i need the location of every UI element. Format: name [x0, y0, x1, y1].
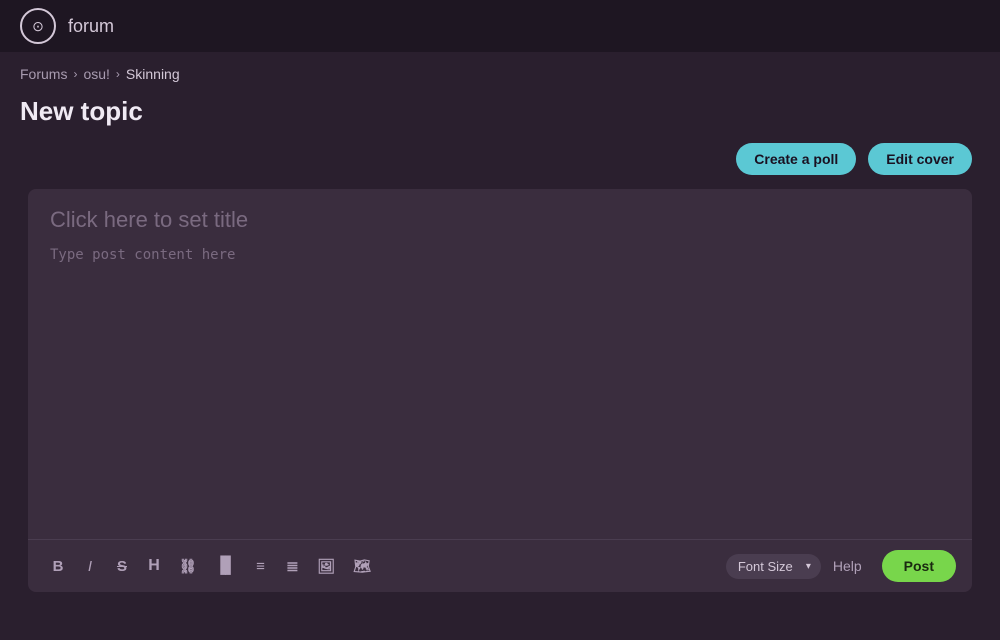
edit-cover-button[interactable]: Edit cover [868, 143, 972, 175]
breadcrumb-sep-1: › [73, 67, 77, 81]
logo-symbol: ⊙ [32, 18, 44, 35]
app-title: forum [68, 16, 114, 37]
link-button[interactable]: ⛓ [172, 552, 204, 580]
breadcrumb-osu[interactable]: osu! [83, 66, 109, 82]
editor-toolbar: S H ⛓ ▐▌ ≡ ≣ 🖼 🗺 Font Size Tiny Small No… [28, 539, 972, 592]
post-button[interactable]: Post [882, 550, 956, 582]
action-bar: Create a poll Edit cover [0, 143, 1000, 189]
page-title-bar: New topic [0, 90, 1000, 143]
top-navigation: ⊙ forum [0, 0, 1000, 52]
font-size-wrapper: Font Size Tiny Small Normal Large Huge ▾ [726, 554, 821, 579]
image-button[interactable]: 🖼 [310, 552, 342, 580]
ordered-list-button[interactable]: ≡ [246, 552, 274, 580]
editor-container: S H ⛓ ▐▌ ≡ ≣ 🖼 🗺 Font Size Tiny Small No… [28, 189, 972, 592]
help-button[interactable]: Help [825, 554, 870, 578]
breadcrumb-sep-2: › [116, 67, 120, 81]
columns-button[interactable]: ▐▌ [208, 552, 243, 580]
bold-button[interactable] [44, 552, 72, 580]
breadcrumb: Forums › osu! › Skinning [0, 52, 1000, 90]
beatmap-button[interactable]: 🗺 [346, 552, 378, 580]
page-title: New topic [20, 96, 980, 127]
italic-button[interactable] [76, 552, 104, 580]
topic-content-input[interactable] [28, 239, 972, 539]
logo-icon: ⊙ [20, 8, 56, 44]
unordered-list-button[interactable]: ≣ [278, 552, 306, 580]
strikethrough-button[interactable]: S [108, 552, 136, 580]
heading-button[interactable]: H [140, 552, 168, 580]
topic-title-input[interactable] [28, 189, 972, 239]
breadcrumb-current: Skinning [126, 66, 180, 82]
font-size-select[interactable]: Font Size Tiny Small Normal Large Huge [726, 554, 821, 579]
breadcrumb-forums[interactable]: Forums [20, 66, 67, 82]
create-poll-button[interactable]: Create a poll [736, 143, 856, 175]
